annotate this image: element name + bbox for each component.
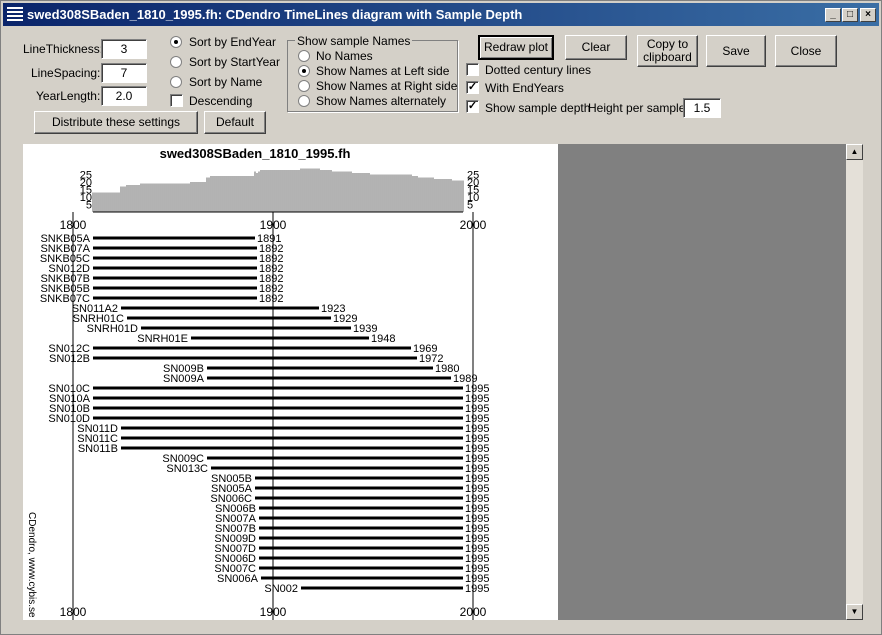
descending-label: Descending [189,94,253,108]
names-left-label: Show Names at Left side [316,64,450,78]
no-names-label: No Names [316,49,373,63]
depth-tick-left: 5 [86,200,92,212]
show-depth-label: Show sample depth [485,101,591,115]
sample-name-label: SN009A [163,373,205,385]
x-tick-bottom: 2000 [460,605,487,619]
x-tick-bottom: 1900 [260,605,287,619]
x-tick-top: 2000 [460,218,487,232]
names-alternate-radio[interactable] [298,95,310,107]
x-tick-bottom: 1800 [60,605,87,619]
end-year-label: 1995 [465,583,489,595]
sample-name-label: SN013C [166,463,208,475]
height-per-sample-input[interactable]: 1.5 [683,98,721,118]
names-right-label: Show Names at Right side [316,79,458,93]
end-year-label: 1892 [259,293,283,305]
height-per-sample-label: Height per sample: [588,101,689,115]
maximize-button[interactable]: □ [842,8,858,22]
depth-tick-right: 5 [467,200,473,212]
line-thickness-input[interactable]: 3 [101,39,147,59]
names-alternate-label: Show Names alternately [316,94,447,108]
title-bar[interactable]: swed308SBaden_1810_1995.fh: CDendro Time… [3,3,879,26]
end-year-label: 1948 [371,333,395,345]
year-length-input[interactable]: 2.0 [101,86,147,106]
sample-name-label: SN002 [264,583,298,595]
line-thickness-label: LineThickness: [23,42,104,56]
sort-name-radio[interactable] [170,76,182,88]
close-button[interactable]: Close [775,35,837,67]
line-spacing-input[interactable]: 7 [101,63,147,83]
line-spacing-label: LineSpacing: [31,66,101,80]
copy-clipboard-button[interactable]: Copy to clipboard [637,35,698,67]
sort-endyear-label: Sort by EndYear [189,35,276,49]
scroll-down-button[interactable]: ▼ [846,604,863,620]
show-depth-checkbox[interactable]: ✓ [466,100,479,113]
timeline-chart: swed308SBaden_1810_1995.fh25 2520 2015 1510… [26,146,489,620]
dotted-century-checkbox[interactable] [466,63,479,76]
watermark-text: CDendro, www.cybis.se [26,512,37,618]
show-names-title: Show sample Names [295,34,413,48]
sort-endyear-radio[interactable] [170,36,182,48]
x-tick-top: 1900 [260,218,287,232]
sort-startyear-label: Sort by StartYear [189,55,280,69]
year-length-label: YearLength: [36,89,101,103]
menu-icon[interactable] [7,7,23,22]
x-tick-top: 1800 [60,218,87,232]
names-right-radio[interactable] [298,80,310,92]
sample-name-label: SN006A [217,573,259,585]
empty-area [558,144,846,620]
chart-title: swed308SBaden_1810_1995.fh [160,146,351,161]
app-window: swed308SBaden_1810_1995.fh: CDendro Time… [0,0,882,635]
timeline-canvas: swed308SBaden_1810_1995.fh 25 25 20 20 15 15 10… [23,144,558,620]
no-names-radio[interactable] [298,50,310,62]
dotted-century-label: Dotted century lines [485,63,592,77]
close-window-button[interactable]: × [860,8,876,22]
sample-name-label: SN011B [78,443,118,455]
distribute-settings-button[interactable]: Distribute these settings [34,111,198,134]
vertical-scrollbar[interactable]: ▲ ▼ [846,144,863,620]
names-left-radio[interactable] [298,65,310,77]
descending-checkbox[interactable] [170,94,183,107]
sample-name-label: SN012B [49,353,90,365]
default-button[interactable]: Default [204,111,266,134]
sample-name-label: SNRH01D [87,323,138,335]
sort-name-label: Sort by Name [189,75,263,89]
redraw-plot-button[interactable]: Redraw plot [478,35,554,60]
window-title: swed308SBaden_1810_1995.fh: CDendro Time… [27,7,523,22]
sample-name-label: SNRH01E [137,333,188,345]
with-endyears-label: With EndYears [485,81,564,95]
clear-button[interactable]: Clear [565,35,627,60]
minimize-button[interactable]: _ [825,8,841,22]
save-button[interactable]: Save [706,35,766,67]
with-endyears-checkbox[interactable]: ✓ [466,81,479,94]
scroll-up-button[interactable]: ▲ [846,144,863,160]
sort-startyear-radio[interactable] [170,56,182,68]
